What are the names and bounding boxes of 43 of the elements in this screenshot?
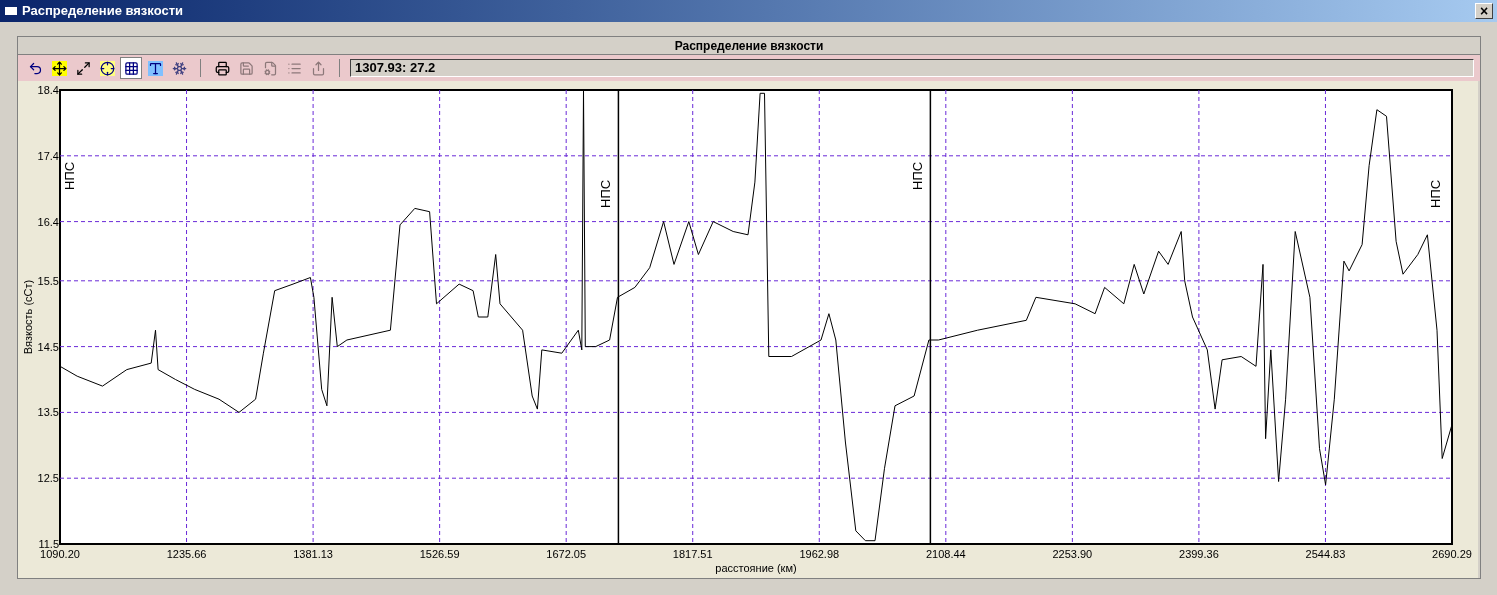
crosshair-icon (99, 60, 115, 76)
axis-tick-label: 2253.90 (1052, 548, 1093, 560)
axis-tick-label: 1817.51 (672, 548, 713, 560)
station-label: НПС (1428, 179, 1443, 208)
axis-tick-label: 11.5 (38, 538, 59, 550)
axis-tick-label: 1526.59 (419, 548, 460, 560)
axis-title: расстояние (км) (715, 562, 797, 574)
export-icon (310, 60, 326, 76)
close-button[interactable]: × (1475, 3, 1493, 19)
station-label: НПС (598, 179, 614, 208)
axis-tick-label: 12.5 (37, 472, 59, 485)
axis-tick-label: 1381.13 (293, 548, 333, 560)
station-label: НПС (910, 161, 926, 190)
grid-icon (123, 60, 139, 76)
axis-tick-label: 14.5 (37, 340, 59, 353)
axis-tick-label: 2690.29 (1432, 548, 1472, 560)
list-icon (286, 60, 302, 76)
coordinate-readout: 1307.93: 27.2 (350, 59, 1474, 77)
toolbar-button[interactable] (120, 57, 142, 79)
axis-tick-label: 15.5 (37, 274, 59, 287)
axis-tick-label: 1672.05 (546, 548, 587, 560)
axis-tick-label: 1090.20 (40, 548, 80, 560)
move-icon (51, 60, 67, 76)
axis-tick-label: 18.4 (37, 84, 59, 96)
undo-icon (27, 60, 43, 76)
snowflake-icon (171, 60, 187, 76)
station-label: НПС (62, 161, 77, 190)
text-icon (147, 60, 163, 76)
axis-tick-label: 1962.98 (799, 548, 840, 560)
axis-tick-label: 1235.66 (166, 548, 207, 560)
properties-icon (262, 60, 278, 76)
window-title: Распределение вязкости (22, 2, 185, 21)
axis-tick-label: 2108.44 (925, 548, 966, 560)
print-icon (214, 60, 230, 76)
axis-tick-label: 17.4 (37, 149, 59, 162)
axis-tick-label: 16.4 (37, 215, 59, 228)
axis-tick-label: 13.5 (37, 406, 59, 419)
axis-title: Вязкость (сСт) (22, 279, 34, 355)
expand-icon (75, 60, 91, 76)
window-icon (4, 6, 18, 16)
save-icon (238, 60, 254, 76)
axis-tick-label: 2399.36 (1179, 548, 1219, 560)
axis-tick-label: 2544.83 (1305, 548, 1346, 560)
